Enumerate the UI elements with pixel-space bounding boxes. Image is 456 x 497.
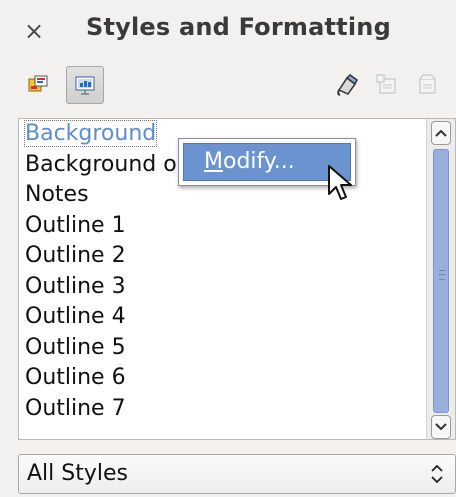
new-style-from-selection-button[interactable] <box>368 66 406 104</box>
menu-item-label: odify... <box>222 149 295 174</box>
style-item-outline-1[interactable]: Outline 1 <box>19 211 429 242</box>
style-item-outline-6[interactable]: Outline 6 <box>19 363 429 394</box>
style-item-outline-4[interactable]: Outline 4 <box>19 302 429 333</box>
fill-format-mode-icon <box>337 74 358 96</box>
style-item-outline-2[interactable]: Outline 2 <box>19 241 429 272</box>
chevron-up-icon <box>435 129 447 137</box>
fill-format-mode-button[interactable] <box>328 66 366 104</box>
mouse-pointer-icon <box>328 165 352 200</box>
panel-titlebar: × Styles and Formatting <box>0 0 456 62</box>
scroll-thumb[interactable] <box>433 149 449 413</box>
presentation-styles-button[interactable] <box>66 66 104 104</box>
vertical-scrollbar[interactable] <box>426 119 455 439</box>
up-down-arrows-icon <box>431 464 443 484</box>
styles-toolbar <box>0 62 456 114</box>
panel-title: Styles and Formatting <box>86 13 391 41</box>
modify-menu-item[interactable]: Modify... <box>183 143 351 181</box>
menu-mnemonic: M <box>204 149 223 174</box>
style-filter-value: All Styles <box>27 461 128 486</box>
update-style-button[interactable] <box>408 66 446 104</box>
style-item-label: Background <box>23 120 158 147</box>
update-style-icon <box>419 74 436 94</box>
style-item-outline-5[interactable]: Outline 5 <box>19 333 429 364</box>
scroll-down-button[interactable] <box>431 415 451 439</box>
close-icon[interactable]: × <box>22 18 46 44</box>
style-item-outline-3[interactable]: Outline 3 <box>19 272 429 303</box>
style-item-outline-7[interactable]: Outline 7 <box>19 394 429 425</box>
scroll-up-button[interactable] <box>431 121 451 145</box>
style-filter-select[interactable]: All Styles <box>18 454 456 494</box>
paragraph-styles-button[interactable] <box>19 66 57 104</box>
presentation-styles-icon <box>75 76 95 95</box>
new-style-from-selection-icon <box>376 74 396 94</box>
paragraph-styles-icon <box>28 75 48 92</box>
chevron-down-icon <box>435 423 447 431</box>
grip-icon <box>439 270 445 280</box>
